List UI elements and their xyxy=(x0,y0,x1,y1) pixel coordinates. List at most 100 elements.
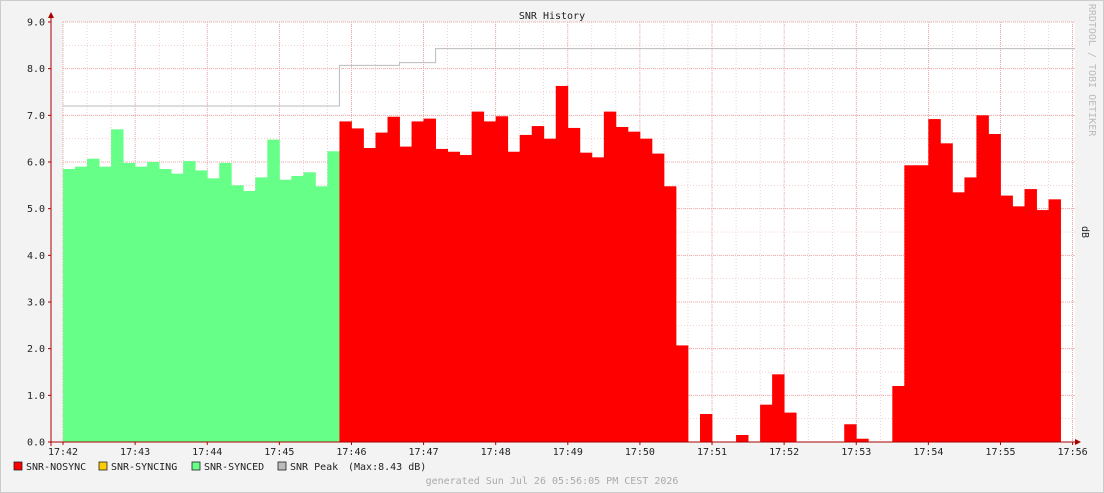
nosync-bar xyxy=(423,118,436,442)
nosync-bar xyxy=(928,119,941,443)
nosync-bar xyxy=(543,138,557,442)
synced-bar xyxy=(279,179,292,442)
nosync-bar xyxy=(579,152,593,442)
synced-bar xyxy=(171,173,184,442)
nosync-bar xyxy=(399,146,412,442)
nosync-bar xyxy=(447,151,461,442)
nosync-bar xyxy=(844,424,857,442)
legend-label: SNR-NOSYNC xyxy=(26,462,86,473)
nosync-bar xyxy=(591,157,605,443)
nosync-bar xyxy=(700,414,713,442)
synced-bar xyxy=(291,176,304,442)
x-tick-label: 17:47 xyxy=(409,447,439,458)
synced-bar xyxy=(315,186,328,442)
legend-label: SNR-SYNCING xyxy=(111,462,177,473)
nosync-bar xyxy=(1012,206,1025,442)
nosync-bar xyxy=(567,127,581,442)
y-tick-label: 9.0 xyxy=(27,18,45,29)
nosync-bar xyxy=(459,155,473,442)
legend-swatch xyxy=(13,461,23,471)
nosync-bar xyxy=(940,143,953,443)
y-tick-label: 8.0 xyxy=(27,64,45,75)
nosync-bar xyxy=(387,116,400,442)
x-tick-label: 17:42 xyxy=(48,447,78,458)
legend-label: SNR-SYNCED xyxy=(204,462,264,473)
y-tick-label: 7.0 xyxy=(27,111,45,122)
x-tick-label: 17:49 xyxy=(553,447,583,458)
x-tick-label: 17:51 xyxy=(697,447,727,458)
x-tick-label: 17:56 xyxy=(1058,447,1088,458)
nosync-bar xyxy=(471,111,485,442)
nosync-bar xyxy=(1036,210,1049,442)
nosync-bar xyxy=(651,153,665,442)
nosync-bar xyxy=(736,435,749,442)
nosync-bar xyxy=(555,85,569,442)
nosync-bar xyxy=(976,115,989,442)
y-tick-label: 5.0 xyxy=(27,204,45,215)
nosync-bar xyxy=(363,148,376,442)
nosync-bar xyxy=(435,148,449,442)
nosync-bar xyxy=(988,134,1001,442)
synced-bar xyxy=(159,169,172,442)
x-tick-label: 17:46 xyxy=(336,447,366,458)
x-tick-label: 17:48 xyxy=(481,447,511,458)
x-tick-label: 17:43 xyxy=(120,447,150,458)
nosync-bar xyxy=(603,111,617,442)
nosync-bar xyxy=(675,345,689,442)
synced-bar xyxy=(195,170,208,442)
y-tick-label: 1.0 xyxy=(27,391,45,402)
legend: SNR-NOSYNC SNR-SYNCING SNR-SYNCED SNR Peak (… xyxy=(13,461,426,473)
nosync-bar xyxy=(375,132,388,442)
nosync-bar xyxy=(772,374,785,442)
synced-bar xyxy=(327,151,340,442)
nosync-bar xyxy=(1024,189,1037,442)
nosync-bar xyxy=(615,127,629,442)
chart-canvas: 17:42 17:43 17:44 17:45 17:46 17:47 17:48 17:49… xyxy=(0,0,1104,493)
legend-label: SNR Peak xyxy=(290,462,338,473)
snr-history-chart: 17:42 17:43 17:44 17:45 17:46 17:47 17:48 17:49… xyxy=(0,0,1104,493)
nosync-bar xyxy=(663,186,677,442)
synced-bar xyxy=(207,178,220,443)
synced-bar xyxy=(243,190,256,442)
synced-bar xyxy=(75,166,88,442)
nosync-bar xyxy=(531,126,545,443)
synced-bar xyxy=(219,162,232,442)
synced-bar xyxy=(99,166,112,442)
synced-bar xyxy=(123,162,136,442)
x-tick-label: 17:44 xyxy=(192,447,222,458)
nosync-bar xyxy=(916,165,929,442)
synced-bar xyxy=(111,129,124,443)
legend-swatch xyxy=(98,461,108,471)
nosync-bar xyxy=(339,121,352,443)
x-tick-label: 17:55 xyxy=(985,447,1015,458)
synced-bar xyxy=(231,185,244,443)
chart-title: SNR History xyxy=(519,11,585,22)
nosync-bar xyxy=(519,134,533,442)
nosync-bar xyxy=(1048,199,1061,442)
y-tick-label: 2.0 xyxy=(27,344,45,355)
nosync-bar xyxy=(1000,195,1013,442)
legend-note: (Max:8.43 dB) xyxy=(348,462,426,473)
nosync-bar xyxy=(904,165,917,442)
synced-bar xyxy=(267,139,280,442)
nosync-bar xyxy=(507,151,521,442)
y-tick-label: 3.0 xyxy=(27,298,45,309)
y-axis-label: dB xyxy=(1079,226,1090,238)
x-tick-label: 17:45 xyxy=(264,447,294,458)
legend-swatch xyxy=(191,461,201,471)
nosync-bar xyxy=(952,192,965,442)
nosync-bar xyxy=(351,128,364,442)
synced-bar xyxy=(87,158,100,442)
nosync-bar xyxy=(483,121,497,443)
synced-bar xyxy=(63,169,76,442)
nosync-bar xyxy=(892,386,905,442)
nosync-bar xyxy=(760,404,773,442)
x-tick-label: 17:53 xyxy=(841,447,871,458)
nosync-bar xyxy=(627,131,641,442)
y-tick-label: 4.0 xyxy=(27,251,45,262)
synced-bar xyxy=(255,177,268,442)
x-tick-label: 17:52 xyxy=(769,447,799,458)
generated-footer: generated Sun Jul 26 05:56:05 PM CEST 20… xyxy=(426,476,679,487)
y-tick-label: 0.0 xyxy=(27,438,45,449)
synced-bar xyxy=(303,172,316,442)
